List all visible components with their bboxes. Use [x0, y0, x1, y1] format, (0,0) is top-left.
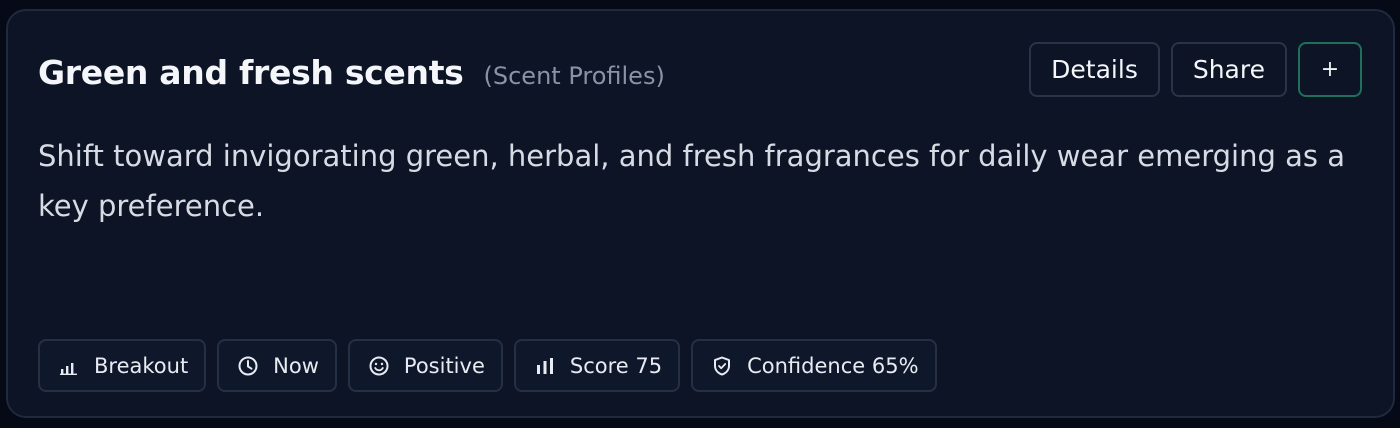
card-description: Shift toward invigorating green, herbal,…: [38, 139, 1345, 223]
chip-sentiment: Positive: [347, 339, 503, 392]
card-title: Green and fresh scents: [38, 53, 464, 92]
share-button[interactable]: Share: [1170, 42, 1287, 97]
chip-confidence: Confidence 65%: [691, 339, 937, 392]
chip-score: Score 75: [513, 339, 681, 392]
add-button[interactable]: +: [1298, 42, 1362, 97]
chip-label: Breakout: [94, 353, 189, 378]
bar-chart-icon: [534, 355, 556, 377]
trend-card: Green and fresh scents (Scent Profiles) …: [6, 9, 1395, 418]
chip-label: Score 75: [569, 353, 663, 378]
bar-chart-icon: [58, 355, 80, 377]
card-actions: Details Share +: [1029, 42, 1362, 97]
chip-label: Positive: [403, 353, 485, 378]
chip-label: Confidence 65%: [747, 353, 919, 378]
chip-breakout: Breakout: [38, 339, 207, 392]
card-category: (Scent Profiles): [483, 62, 665, 90]
title-row: Green and fresh scents (Scent Profiles): [38, 53, 665, 92]
chip-timing: Now: [217, 339, 337, 392]
smiley-icon: [368, 355, 390, 377]
chip-row: Breakout Now Positive Score 75 Confidenc…: [38, 339, 937, 392]
details-button[interactable]: Details: [1029, 42, 1160, 97]
shield-icon: [711, 355, 733, 377]
chip-label: Now: [273, 353, 319, 378]
clock-icon: [237, 355, 259, 377]
